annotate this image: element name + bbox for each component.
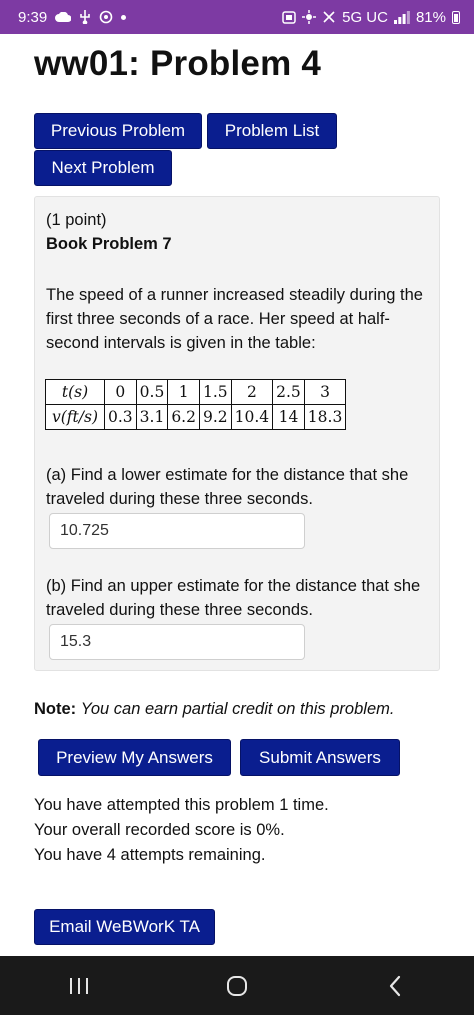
sync-icon xyxy=(99,10,113,24)
attempts-info: You have attempted this problem 1 time. … xyxy=(34,793,329,868)
recents-icon xyxy=(70,977,88,994)
back-icon xyxy=(389,975,401,996)
table-cell: 6.2 xyxy=(167,404,200,430)
part-a-prompt: (a) Find a lower estimate for the distan… xyxy=(46,466,409,508)
note-label: Note: xyxy=(34,700,77,718)
table-header-time: t(s) xyxy=(45,379,105,405)
speed-table: t(s) 0 0.5 1 1.5 2 2.5 3 v(ft/s) 0.3 3.1… xyxy=(45,379,347,430)
home-icon xyxy=(227,975,247,996)
cloud-icon xyxy=(55,12,72,22)
next-problem-button[interactable]: Next Problem xyxy=(34,150,172,186)
table-cell: 10.4 xyxy=(230,404,274,430)
attempts-line: You have attempted this problem 1 time. xyxy=(34,796,329,814)
battery-percent: 81% xyxy=(415,8,446,26)
part-b-prompt: (b) Find an upper estimate for the dista… xyxy=(46,577,421,619)
partial-credit-note: Note: You can earn partial credit on thi… xyxy=(34,700,394,719)
problem-statement: The speed of a runner increased steadily… xyxy=(46,286,423,352)
table-cell: 1 xyxy=(167,379,200,405)
page-title: ww01: Problem 4 xyxy=(34,44,321,83)
usb-icon xyxy=(79,10,91,24)
submit-answers-button[interactable]: Submit Answers xyxy=(240,739,400,776)
table-cell: 0 xyxy=(104,379,137,405)
points-label: (1 point) xyxy=(46,211,107,229)
notification-dot xyxy=(121,14,127,20)
table-cell: 3.1 xyxy=(135,404,169,430)
table-row-time: t(s) 0 0.5 1 1.5 2 2.5 3 xyxy=(45,379,347,405)
table-cell: 0.3 xyxy=(104,404,137,430)
remaining-line: You have 4 attempts remaining. xyxy=(34,846,266,864)
network-label: 5G UC xyxy=(342,8,388,26)
battery-icon xyxy=(452,10,460,24)
table-cell: 3 xyxy=(303,379,347,405)
score-line: Your overall recorded score is 0%. xyxy=(34,821,285,839)
preview-answers-button[interactable]: Preview My Answers xyxy=(38,739,231,776)
table-cell: 9.2 xyxy=(198,404,232,430)
note-text: You can earn partial credit on this prob… xyxy=(80,700,395,718)
table-cell: 0.5 xyxy=(135,379,169,405)
back-button[interactable] xyxy=(365,966,425,1006)
table-cell: 1.5 xyxy=(198,379,232,405)
table-cell: 2 xyxy=(230,379,274,405)
table-header-velocity: v(ft/s) xyxy=(45,404,105,430)
table-cell: 14 xyxy=(272,404,305,430)
part-b-answer-input[interactable]: 15.3 xyxy=(49,624,305,660)
alarm-icon xyxy=(282,10,296,24)
table-row-velocity: v(ft/s) 0.3 3.1 6.2 9.2 10.4 14 18.3 xyxy=(45,404,347,430)
table-cell: 2.5 xyxy=(272,379,305,405)
signal-off-icon xyxy=(322,10,336,24)
problem-list-button[interactable]: Problem List xyxy=(207,113,337,149)
system-nav-bar xyxy=(0,956,474,1015)
clock: 9:39 xyxy=(18,8,48,26)
home-button[interactable] xyxy=(207,966,267,1006)
part-a-answer-input[interactable]: 10.725 xyxy=(49,513,305,549)
book-problem-label: Book Problem 7 xyxy=(46,235,172,253)
mute-icon xyxy=(302,10,317,24)
email-ta-button[interactable]: Email WeBWorK TA xyxy=(34,909,215,945)
recents-button[interactable] xyxy=(49,966,109,1006)
status-bar: 9:39 5G UC 81% xyxy=(0,0,474,34)
previous-problem-button[interactable]: Previous Problem xyxy=(34,113,202,149)
table-cell: 18.3 xyxy=(303,404,347,430)
signal-icon xyxy=(393,10,410,24)
